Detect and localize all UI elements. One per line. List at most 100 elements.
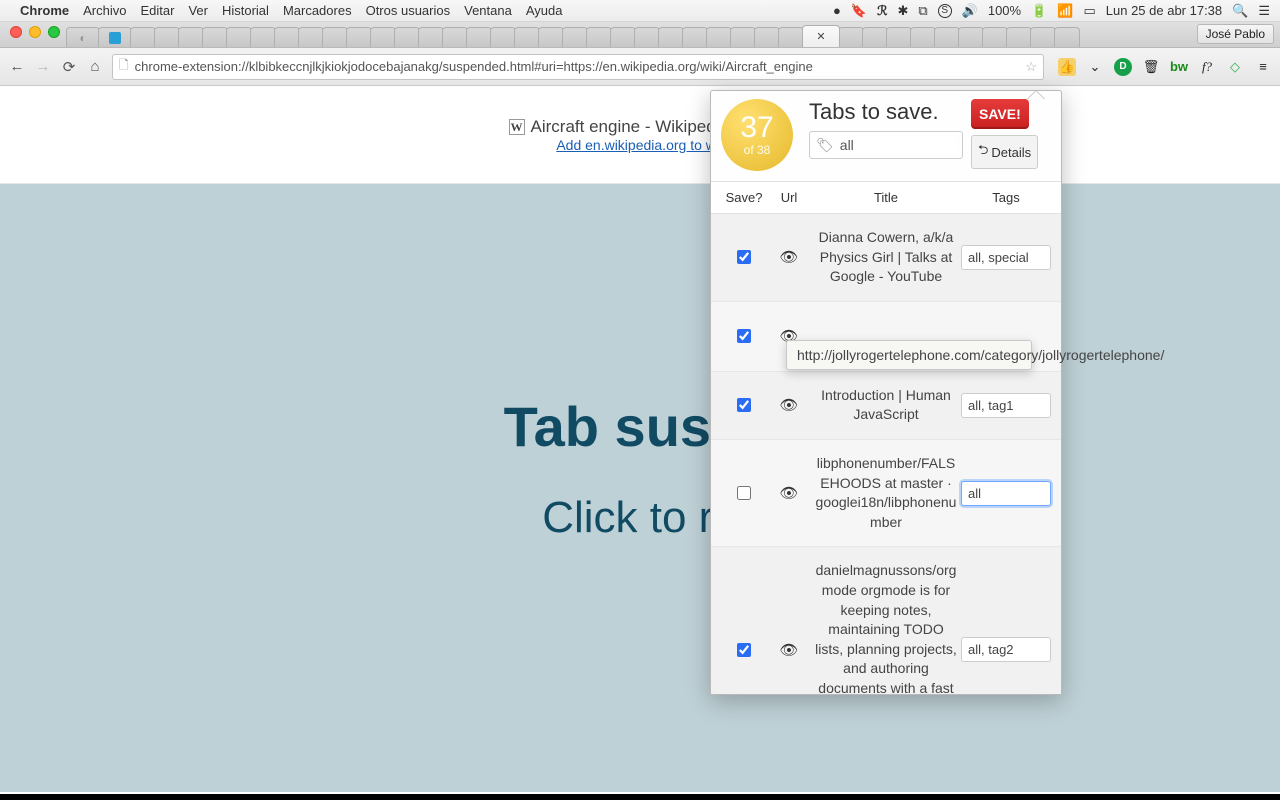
menubar-item[interactable]: Editar <box>140 3 174 18</box>
save-checkbox[interactable] <box>737 398 751 412</box>
browser-tab[interactable] <box>178 27 204 47</box>
tab-tags-input[interactable]: all, tag1 <box>961 393 1051 418</box>
wifi-icon[interactable]: 📶 <box>1057 3 1073 19</box>
minimize-window-button[interactable] <box>29 26 41 38</box>
save-checkbox[interactable] <box>737 643 751 657</box>
browser-tab[interactable] <box>514 27 540 47</box>
browser-tab[interactable] <box>862 27 888 47</box>
volume-icon[interactable]: 🔊 <box>962 3 978 19</box>
menubar-app[interactable]: Chrome <box>20 3 69 18</box>
extension-icon[interactable]: f? <box>1198 58 1216 76</box>
browser-tab[interactable] <box>586 27 612 47</box>
menubar-item[interactable]: Marcadores <box>283 3 352 18</box>
menubar-item[interactable]: Ver <box>188 3 208 18</box>
browser-tab[interactable] <box>226 27 252 47</box>
tab-tags-input[interactable]: all <box>961 481 1051 506</box>
preview-icon[interactable]: 👁 <box>767 484 811 502</box>
spotlight-icon[interactable]: 🔍 <box>1232 3 1248 19</box>
browser-tab[interactable] <box>202 27 228 47</box>
bookmark-star-icon[interactable]: ☆ <box>1025 59 1037 75</box>
tab-tags-input[interactable]: all, special <box>961 245 1051 270</box>
zoom-window-button[interactable] <box>48 26 60 38</box>
clock[interactable]: Lun 25 de abr 17:38 <box>1106 3 1222 18</box>
save-checkbox[interactable] <box>737 250 751 264</box>
suspended-body[interactable]: Tab suspe Click to re <box>0 184 1280 792</box>
menubar-item[interactable]: Ventana <box>464 3 512 18</box>
browser-tab[interactable] <box>634 27 660 47</box>
skype-icon[interactable]: S <box>938 4 952 18</box>
omnibox[interactable]: 🗋 chrome-extension://klbibkeccnjlkjkiokj… <box>112 54 1044 80</box>
browser-tab[interactable] <box>466 27 492 47</box>
browser-tab[interactable] <box>910 27 936 47</box>
browser-tab[interactable] <box>1006 27 1032 47</box>
extension-icon[interactable]: ◇ <box>1226 58 1244 76</box>
browser-tab[interactable] <box>778 27 804 47</box>
browser-tab[interactable] <box>1030 27 1056 47</box>
browser-tab[interactable] <box>490 27 516 47</box>
browser-tab[interactable] <box>346 27 372 47</box>
extension-icon[interactable]: D <box>1114 58 1132 76</box>
browser-tab-active[interactable]: ✕ <box>802 25 840 47</box>
browser-tab[interactable] <box>838 27 864 47</box>
battery-percent[interactable]: 100% <box>988 3 1021 18</box>
browser-tab[interactable] <box>958 27 984 47</box>
details-button[interactable]: ⮌ Details <box>971 135 1038 169</box>
browser-tab[interactable] <box>274 27 300 47</box>
extension-icon[interactable]: 🗑 <box>1142 58 1160 76</box>
chrome-menu-icon[interactable]: ≡ <box>1254 58 1272 76</box>
browser-tab[interactable] <box>370 27 396 47</box>
extension-icon-active[interactable]: 👍 <box>1058 58 1076 76</box>
bookmark-icon[interactable]: 🔖 <box>851 3 867 19</box>
browser-tab[interactable] <box>706 27 732 47</box>
notification-center-icon[interactable]: ☰ <box>1258 3 1270 19</box>
browser-tab[interactable] <box>418 27 444 47</box>
home-button[interactable]: ⌂ <box>86 58 104 75</box>
browser-tab[interactable] <box>394 27 420 47</box>
browser-tab[interactable] <box>298 27 324 47</box>
browser-tab[interactable] <box>562 27 588 47</box>
tag-input[interactable]: 🏷 <box>809 131 963 159</box>
browser-tab[interactable] <box>682 27 708 47</box>
close-tab-icon[interactable]: ✕ <box>816 30 825 43</box>
save-checkbox[interactable] <box>737 329 751 343</box>
browser-tab[interactable] <box>154 27 180 47</box>
close-window-button[interactable] <box>10 26 22 38</box>
extension-icon[interactable]: bw <box>1170 58 1188 76</box>
browser-tab[interactable] <box>934 27 960 47</box>
menubar-item[interactable]: Otros usuarios <box>366 3 451 18</box>
menubar-item[interactable]: Archivo <box>83 3 126 18</box>
browser-tab[interactable] <box>442 27 468 47</box>
save-checkbox[interactable] <box>737 486 751 500</box>
reload-button[interactable]: ⟳ <box>60 58 78 76</box>
preview-icon[interactable]: 👁 <box>767 641 811 659</box>
preview-icon[interactable]: 👁 <box>767 396 811 414</box>
pocket-icon[interactable]: ⌄ <box>1086 58 1104 76</box>
back-button[interactable]: ← <box>8 58 26 75</box>
browser-tab[interactable] <box>730 27 756 47</box>
tag-field[interactable] <box>840 137 956 153</box>
save-button[interactable]: SAVE! <box>971 99 1029 129</box>
tab-tags-input[interactable]: all, tag2 <box>961 637 1051 662</box>
browser-tab[interactable] <box>754 27 780 47</box>
menubar-item[interactable]: Ayuda <box>526 3 563 18</box>
browser-tab[interactable] <box>538 27 564 47</box>
status-icon[interactable]: ℛ <box>877 3 887 19</box>
browser-tab[interactable] <box>658 27 684 47</box>
whitelist-link[interactable]: Add en.wikipedia.org to wh <box>556 137 723 153</box>
browser-tab[interactable]: ◐ <box>66 27 100 47</box>
browser-tab[interactable] <box>250 27 276 47</box>
preview-icon[interactable]: 👁 <box>767 248 811 266</box>
profile-badge[interactable]: José Pablo <box>1197 24 1274 44</box>
browser-tab[interactable] <box>322 27 348 47</box>
status-icon[interactable]: ● <box>833 3 841 18</box>
display-icon[interactable]: ▭ <box>1083 3 1095 19</box>
browser-tab[interactable] <box>982 27 1008 47</box>
evernote-icon[interactable]: ✱ <box>897 3 908 19</box>
browser-tab[interactable] <box>1054 27 1080 47</box>
dropbox-icon[interactable]: ⧉ <box>918 3 927 19</box>
browser-tab[interactable] <box>98 27 132 47</box>
browser-tab[interactable] <box>886 27 912 47</box>
menubar-item[interactable]: Historial <box>222 3 269 18</box>
battery-icon[interactable]: 🔋 <box>1031 3 1047 19</box>
browser-tab[interactable] <box>610 27 636 47</box>
